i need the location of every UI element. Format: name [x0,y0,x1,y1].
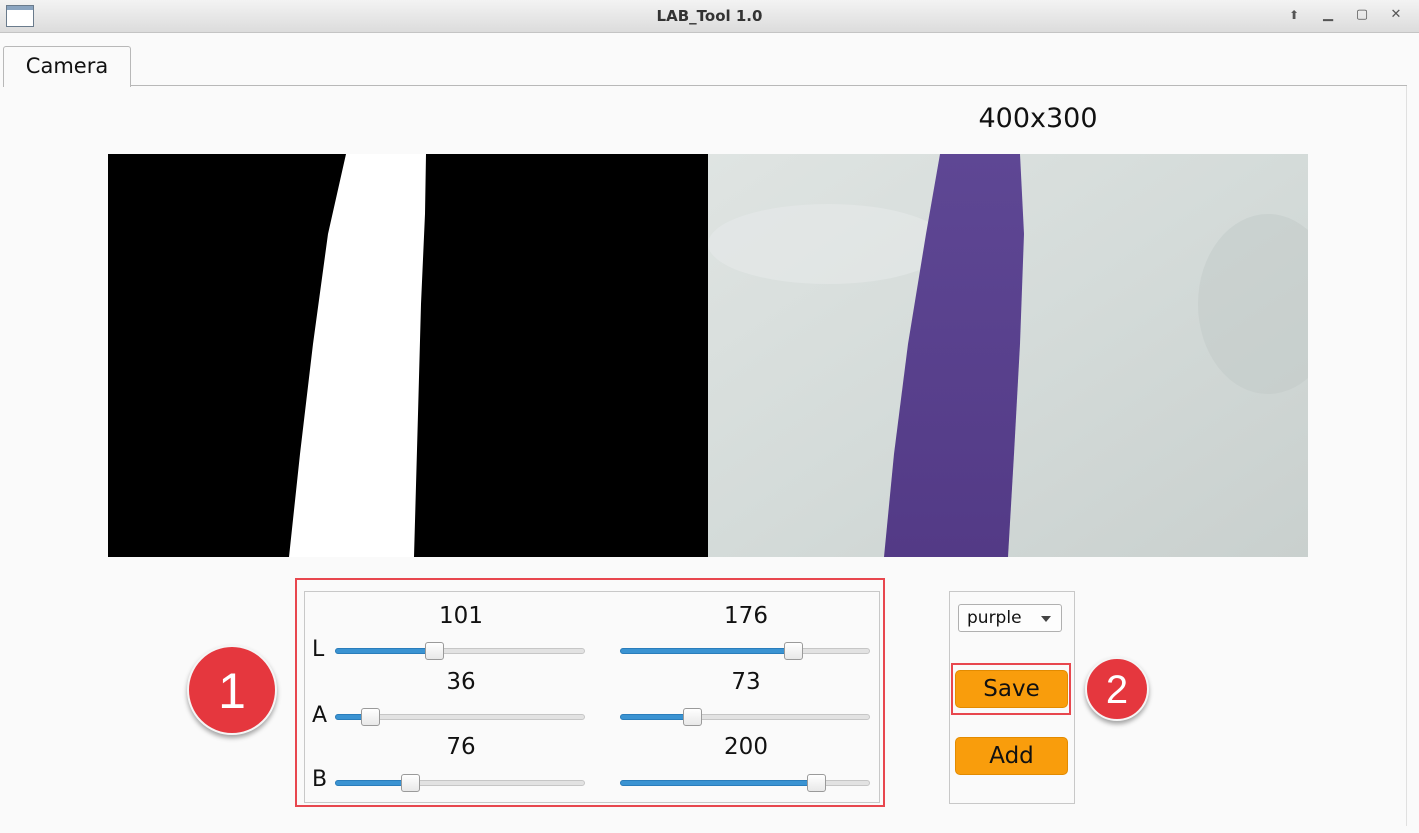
slider-handle[interactable] [807,774,826,792]
b-min-value: 76 [446,734,476,760]
callout-badge-1: 1 [187,645,277,735]
title-bar: LAB_Tool 1.0 ⬆ ▁ ▢ ✕ [0,0,1419,33]
callout-badge-2: 2 [1085,657,1149,721]
b-max-slider[interactable] [620,773,870,793]
color-select-value: purple [967,608,1022,628]
slider-fill [620,648,793,654]
a-axis-label: A [312,703,328,728]
a-min-slider[interactable] [335,707,585,727]
save-button[interactable]: Save [955,670,1068,708]
maximize-icon[interactable]: ▢ [1347,4,1377,26]
color-select[interactable]: purple [958,604,1062,632]
panel-border [1406,86,1407,826]
l-min-slider[interactable] [335,641,585,661]
a-min-value: 36 [446,669,476,695]
minimize-icon[interactable]: ▁ [1313,4,1343,26]
slider-handle[interactable] [683,708,702,726]
dropdown-arrow-icon[interactable] [1041,616,1051,622]
camera-image [708,154,1308,557]
slider-handle[interactable] [425,642,444,660]
pin-icon[interactable]: ⬆ [1279,4,1309,26]
mask-image [108,154,708,557]
close-icon[interactable]: ✕ [1381,4,1411,26]
slider-fill [620,780,816,786]
slider-fill [335,780,410,786]
l-min-value: 101 [439,603,483,629]
l-max-slider[interactable] [620,641,870,661]
slider-handle[interactable] [361,708,380,726]
camera-image-view [708,154,1308,557]
a-max-value: 73 [731,669,761,695]
tab-bar: Camera [0,33,1419,87]
tab-camera[interactable]: Camera [3,46,131,87]
l-max-value: 176 [724,603,768,629]
add-button[interactable]: Add [955,737,1068,775]
b-min-slider[interactable] [335,773,585,793]
b-axis-label: B [312,767,328,792]
window-title: LAB_Tool 1.0 [656,7,763,25]
slider-handle[interactable] [401,774,420,792]
slider-fill [620,714,692,720]
a-max-slider[interactable] [620,707,870,727]
l-axis-label: L [312,637,325,662]
mask-image-view [108,154,708,557]
resolution-label: 400x300 [978,103,1098,134]
slider-handle[interactable] [784,642,803,660]
slider-fill [335,648,434,654]
tab-divider [130,85,1407,86]
window-controls: ⬆ ▁ ▢ ✕ [1279,4,1411,28]
b-max-value: 200 [724,734,768,760]
